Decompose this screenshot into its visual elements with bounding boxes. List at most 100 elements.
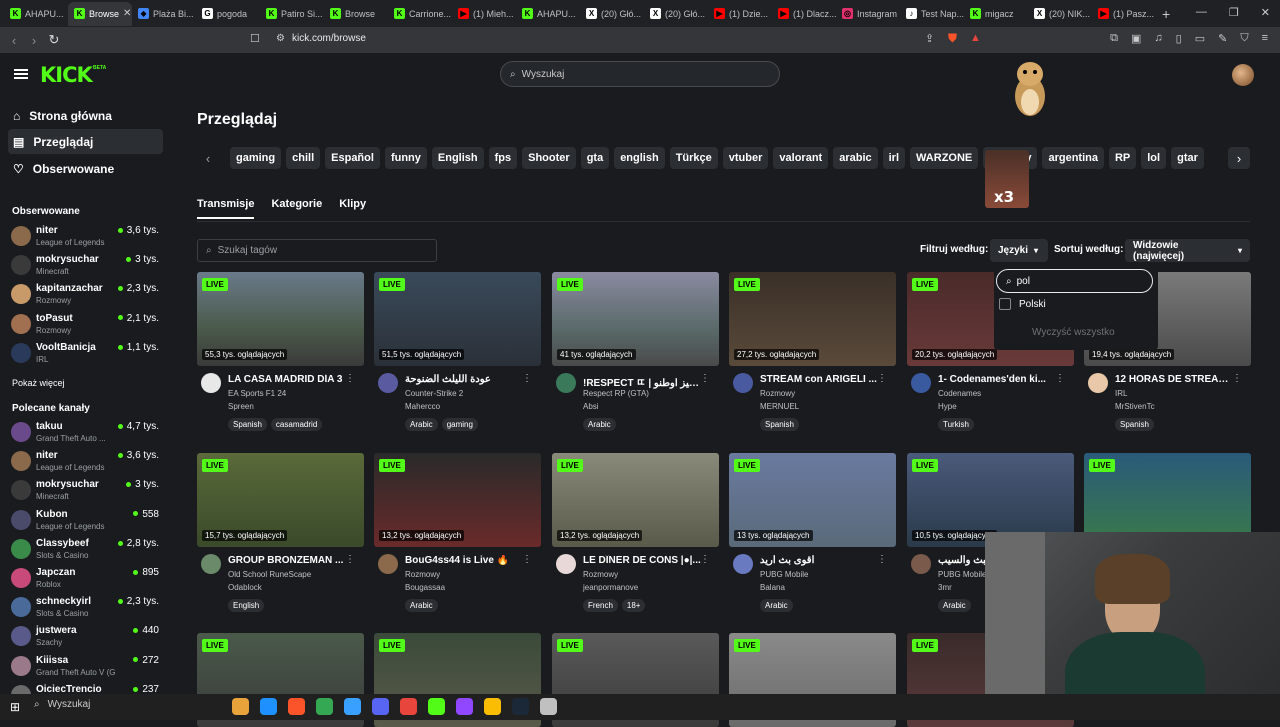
streamer-name[interactable]: MrStivenTc bbox=[1115, 402, 1155, 411]
sidebar-channel-schneckyirl[interactable]: schneckyirl Slots & Casino 2,3 tys. bbox=[9, 593, 161, 621]
browser-tab[interactable]: ⬥ Plaża Bi... bbox=[132, 2, 196, 26]
sidebar-channel-classybeef[interactable]: Classybeef Slots & Casino 2,8 tys. bbox=[9, 535, 161, 563]
stream-thumbnail[interactable]: LIVE 13 tys. oglądających bbox=[729, 453, 896, 547]
taskbar-app-icon[interactable] bbox=[316, 698, 333, 715]
more-options-icon[interactable]: ⋮ bbox=[522, 373, 532, 384]
tag-chip[interactable]: Türkçe bbox=[669, 147, 718, 169]
streamer-name[interactable]: Odablock bbox=[228, 583, 262, 592]
tag-chip[interactable]: English bbox=[431, 147, 484, 169]
tab-streams[interactable]: Transmisje bbox=[197, 198, 255, 219]
close-icon[interactable]: ✕ bbox=[1261, 6, 1270, 19]
language-filter-button[interactable]: Języki ▾ bbox=[990, 239, 1048, 262]
stream-tag[interactable]: Spanish bbox=[228, 418, 267, 431]
checkbox[interactable] bbox=[999, 298, 1011, 310]
streamer-name[interactable]: Balana bbox=[760, 583, 785, 592]
site-info-icon[interactable]: ⚙ bbox=[276, 33, 285, 44]
stream-thumbnail[interactable]: LIVE 27,2 tys. oglądających bbox=[729, 272, 896, 366]
stream-tag[interactable]: English bbox=[228, 599, 265, 612]
more-options-icon[interactable]: ⋮ bbox=[700, 554, 710, 565]
stream-thumbnail[interactable]: LIVE 15,7 tys. oglądających bbox=[197, 453, 364, 547]
sidebar-nav-browse[interactable]: ▤ Przeglądaj bbox=[8, 129, 163, 154]
taskbar-app-icon[interactable] bbox=[260, 698, 277, 715]
browser-tab[interactable]: K Patiro Si... bbox=[260, 2, 324, 26]
minimize-icon[interactable]: — bbox=[1196, 6, 1207, 19]
brave-rewards-icon[interactable]: ▲ bbox=[970, 32, 981, 44]
taskbar-search[interactable]: ⌕ Wyszukaj bbox=[34, 699, 90, 710]
sidebar-icon[interactable]: ▯ bbox=[1176, 32, 1182, 45]
taskbar-app-icon[interactable] bbox=[344, 698, 361, 715]
browser-tab[interactable]: X (20) NIK... bbox=[1028, 2, 1092, 26]
tag-chip[interactable]: valorant bbox=[773, 147, 829, 169]
stream-title[interactable]: LE DÎNER DE CONS |●|... bbox=[583, 555, 703, 566]
tag-chip[interactable]: RP bbox=[1108, 147, 1137, 169]
stream-thumbnail[interactable]: LIVE 13,2 tys. oglądających bbox=[374, 453, 541, 547]
tags-prev-icon[interactable]: ‹ bbox=[197, 147, 219, 169]
close-tab-icon[interactable]: ✕ bbox=[123, 8, 131, 19]
streamer-avatar[interactable] bbox=[556, 373, 576, 393]
streamer-name[interactable]: jeanpormanove bbox=[583, 583, 638, 592]
sidebar-channel-vooltbanicja[interactable]: VooltBanicja IRL 1,1 tys. bbox=[9, 339, 161, 367]
streamer-name[interactable]: MERNUEL bbox=[760, 402, 799, 411]
media-icon[interactable]: ♫ bbox=[1154, 32, 1162, 45]
stream-tag[interactable]: gaming bbox=[441, 418, 478, 431]
tag-chip[interactable]: WARZONE bbox=[910, 147, 979, 169]
browser-tab[interactable]: K AHAPU... bbox=[4, 2, 68, 26]
stream-tag[interactable]: Arabic bbox=[405, 418, 438, 431]
tab-clips[interactable]: Klipy bbox=[339, 198, 366, 219]
windows-start-icon[interactable]: ⊞ bbox=[10, 700, 20, 714]
stream-tag[interactable]: Spanish bbox=[760, 418, 799, 431]
streamer-avatar[interactable] bbox=[911, 554, 931, 574]
streamer-name[interactable]: Absi bbox=[583, 402, 599, 411]
streamer-avatar[interactable] bbox=[733, 554, 753, 574]
stream-tag[interactable]: French bbox=[583, 599, 618, 612]
tag-chip[interactable]: lol bbox=[1141, 147, 1167, 169]
tag-chip[interactable]: gta bbox=[580, 147, 610, 169]
browser-tab[interactable]: Gpogoda bbox=[196, 2, 260, 26]
browser-tab[interactable]: K Carrione... bbox=[388, 2, 452, 26]
streamer-avatar[interactable] bbox=[556, 554, 576, 574]
stream-category[interactable]: PUBG Mobile bbox=[760, 570, 808, 579]
sidebar-channel-topasut[interactable]: toPasut Rozmowy 2,1 tys. bbox=[9, 310, 161, 338]
sidebar-channel-niter[interactable]: niter League of Legends 3,6 tys. bbox=[9, 447, 161, 475]
taskbar-app-icon[interactable] bbox=[288, 698, 305, 715]
stream-thumbnail[interactable]: LIVE 13,2 tys. oglądających bbox=[552, 453, 719, 547]
browser-tab[interactable]: K AHAPU... bbox=[516, 2, 580, 26]
taskbar-app-icon[interactable] bbox=[512, 698, 529, 715]
new-tab-icon[interactable]: + bbox=[1162, 6, 1170, 22]
browser-tab[interactable]: ▶ (1) Pasz... bbox=[1092, 2, 1156, 26]
more-options-icon[interactable]: ⋮ bbox=[700, 373, 710, 384]
stream-tag[interactable]: Arabic bbox=[405, 599, 438, 612]
tag-chip[interactable]: funny bbox=[384, 147, 427, 169]
stream-title[interactable]: !RESPECT ㄸ | قوميز اوطنو bbox=[583, 374, 703, 389]
user-avatar[interactable] bbox=[1232, 64, 1254, 86]
brave-shield-icon[interactable]: ⛊ bbox=[948, 31, 957, 46]
menu-icon[interactable]: ≡ bbox=[1262, 32, 1268, 45]
stream-title[interactable]: اقوى بث اريد bbox=[760, 555, 880, 566]
stream-category[interactable]: PUBG Mobile bbox=[938, 570, 986, 579]
stream-tag[interactable]: Spanish bbox=[1115, 418, 1154, 431]
browser-tab[interactable]: X (20) Głó... bbox=[580, 2, 644, 26]
streamer-avatar[interactable] bbox=[733, 373, 753, 393]
sidebar-nav-following[interactable]: ♡ Obserwowane bbox=[8, 156, 163, 181]
browser-tab[interactable]: Kmigacz bbox=[964, 2, 1028, 26]
show-more-link[interactable]: Pokaż więcej bbox=[12, 378, 65, 388]
url-field[interactable]: kick.com/browse bbox=[292, 33, 366, 44]
tag-chip[interactable]: argentina bbox=[1042, 147, 1104, 169]
taskbar-app-icon[interactable] bbox=[372, 698, 389, 715]
tag-chip[interactable]: Español bbox=[325, 147, 380, 169]
extensions-icon[interactable]: ⧉ bbox=[1110, 32, 1118, 45]
taskbar-app-icon[interactable] bbox=[232, 698, 249, 715]
restore-icon[interactable]: ❐ bbox=[1229, 6, 1239, 19]
stream-category[interactable]: Counter-Strike 2 bbox=[405, 389, 463, 398]
back-icon[interactable]: ‹ bbox=[4, 33, 24, 48]
stream-title[interactable]: STREAM con ARIGELI ... bbox=[760, 374, 880, 385]
stream-thumbnail[interactable]: LIVE 55,3 tys. oglądających bbox=[197, 272, 364, 366]
tag-chip[interactable]: irl bbox=[882, 147, 906, 169]
more-options-icon[interactable]: ⋮ bbox=[522, 554, 532, 565]
streamer-avatar[interactable] bbox=[1088, 373, 1108, 393]
streamer-avatar[interactable] bbox=[911, 373, 931, 393]
tag-chip[interactable]: Shooter bbox=[522, 147, 576, 169]
tag-chip[interactable]: fps bbox=[488, 147, 518, 169]
browser-tab[interactable]: ▶ (1) Mieh... bbox=[452, 2, 516, 26]
more-options-icon[interactable]: ⋮ bbox=[1232, 373, 1242, 384]
